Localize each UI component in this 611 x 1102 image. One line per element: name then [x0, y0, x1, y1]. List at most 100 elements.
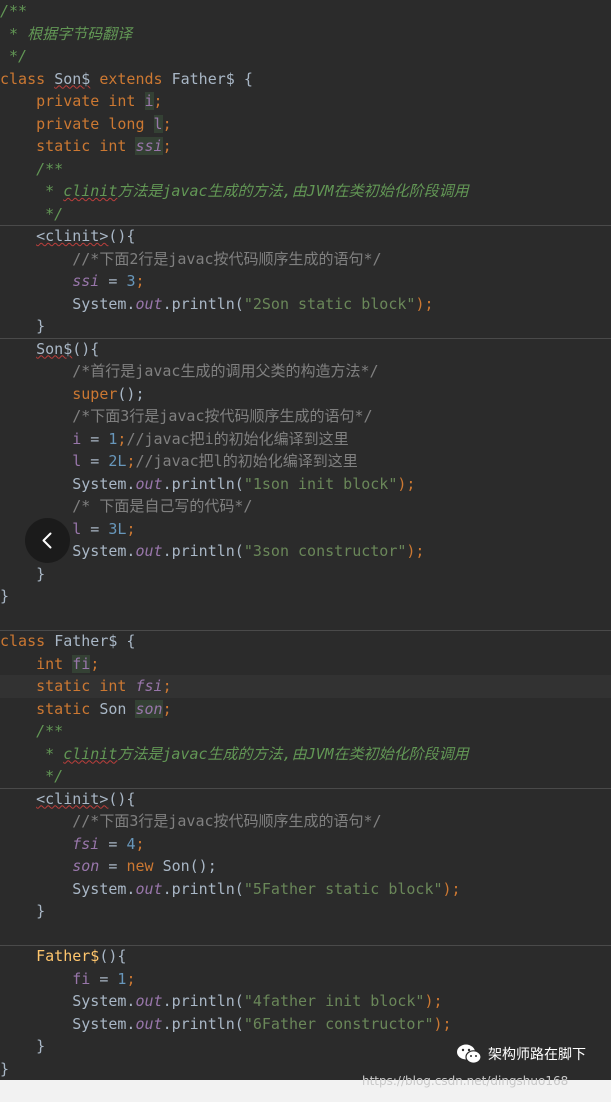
code-token: * — [0, 182, 64, 200]
code-token: static int — [0, 137, 136, 155]
code-line[interactable] — [0, 923, 611, 946]
code-line[interactable]: l = 3L; — [0, 518, 611, 541]
code-token: 2L — [108, 452, 127, 470]
method-separator — [0, 787, 611, 789]
code-line[interactable]: fsi = 4; — [0, 833, 611, 856]
code-token: .println( — [162, 474, 244, 493]
code-token: l — [72, 452, 82, 470]
code-token: class — [0, 69, 55, 88]
wechat-icon — [457, 1044, 482, 1064]
code-line[interactable]: System.out.println("2Son static block"); — [0, 293, 611, 316]
code-token: out — [135, 992, 163, 1010]
code-token: super — [0, 384, 118, 403]
code-line[interactable]: /** — [0, 0, 611, 23]
code-line[interactable]: } — [0, 563, 611, 586]
code-token: out — [135, 542, 163, 560]
code-line[interactable]: System.out.println("3son constructor"); — [0, 540, 611, 563]
code-line[interactable]: class Son$ extends Father$ { — [0, 68, 611, 91]
code-line[interactable]: static int ssi; — [0, 135, 611, 158]
code-token: out — [135, 294, 163, 313]
code-token: .println( — [162, 1014, 244, 1033]
code-token: "6Father constructor" — [243, 1014, 434, 1033]
code-line[interactable]: static int fsi; — [0, 675, 611, 698]
code-line[interactable]: son = new Son(); — [0, 855, 611, 878]
code-line[interactable]: System.out.println("1son init block"); — [0, 473, 611, 496]
code-token: ); — [433, 1014, 452, 1033]
method-separator — [0, 337, 611, 339]
code-line[interactable]: Father$(){ — [0, 945, 611, 968]
code-token: (){ — [72, 339, 100, 358]
code-line[interactable]: */ — [0, 203, 611, 226]
code-token: l — [72, 519, 82, 538]
code-token: 方法是javac生成的方法,由JVM在类初始化阶段调用 — [117, 182, 469, 200]
code-line[interactable]: */ — [0, 45, 611, 68]
code-line[interactable]: */ — [0, 765, 611, 788]
code-token: */ — [0, 767, 64, 785]
code-token: fsi — [135, 677, 163, 695]
code-token: l — [153, 114, 163, 133]
code-line[interactable]: class Father$ { — [0, 630, 611, 653]
code-token: System. — [0, 294, 136, 313]
code-token: ; — [162, 699, 172, 718]
code-line[interactable]: /* 下面是自己写的代码*/ — [0, 495, 611, 518]
code-line[interactable]: i = 1;//javac把i的初始化编译到这里 — [0, 428, 611, 451]
code-line[interactable]: /*首行是javac生成的调用父类的构造方法*/ — [0, 360, 611, 383]
code-line[interactable]: } — [0, 315, 611, 338]
code-line[interactable]: private int i; — [0, 90, 611, 113]
code-token: .println( — [162, 542, 244, 560]
code-token: ; — [153, 92, 163, 110]
code-token: /** — [0, 159, 64, 178]
back-button[interactable] — [25, 518, 70, 563]
code-token: } — [0, 1037, 46, 1055]
code-token: clinit — [63, 744, 118, 763]
code-line[interactable]: //*下面3行是javac按代码顺序生成的语句*/ — [0, 810, 611, 833]
code-line[interactable]: int fi; — [0, 653, 611, 676]
code-token: son — [72, 857, 100, 875]
code-token: */ — [0, 204, 64, 223]
code-line[interactable]: System.out.println("4father init block")… — [0, 990, 611, 1013]
code-token: fi — [72, 654, 91, 673]
code-line[interactable]: System.out.println("5Father static block… — [0, 878, 611, 901]
code-line[interactable]: /*下面3行是javac按代码顺序生成的语句*/ — [0, 405, 611, 428]
code-line[interactable]: } — [0, 900, 611, 923]
code-line[interactable]: /** — [0, 720, 611, 743]
code-token: out — [135, 1014, 163, 1033]
code-token: /* 下面是自己写的代码*/ — [0, 497, 253, 515]
code-token: System. — [0, 879, 136, 898]
code-line[interactable]: * 根据字节码翻译 — [0, 23, 611, 46]
code-line[interactable]: Son$(){ — [0, 338, 611, 361]
code-token: //*下面3行是javac按代码顺序生成的语句*/ — [0, 812, 382, 830]
code-line[interactable] — [0, 608, 611, 631]
code-line[interactable]: /** — [0, 158, 611, 181]
code-line[interactable]: l = 2L;//javac把l的初始化编译到这里 — [0, 450, 611, 473]
code-token: out — [135, 879, 163, 898]
code-token: //javac把i的初始化编译到这里 — [126, 429, 349, 448]
code-token: son — [135, 699, 163, 718]
code-token: fi — [72, 969, 91, 988]
code-line[interactable]: System.out.println("6Father constructor"… — [0, 1013, 611, 1036]
code-line[interactable]: * clinit方法是javac生成的方法,由JVM在类初始化阶段调用 — [0, 180, 611, 203]
code-editor[interactable]: /** * 根据字节码翻译 */ class Son$ extends Fathe… — [0, 0, 611, 1080]
code-token: ; — [135, 834, 145, 853]
code-token: private int — [0, 92, 145, 110]
code-line[interactable]: * clinit方法是javac生成的方法,由JVM在类初始化阶段调用 — [0, 743, 611, 766]
code-line[interactable]: <clinit>(){ — [0, 788, 611, 811]
code-token: 3L — [108, 519, 127, 538]
code-line[interactable]: //*下面2行是javac按代码顺序生成的语句*/ — [0, 248, 611, 271]
code-line[interactable]: ssi = 3; — [0, 270, 611, 293]
code-token: Father$ { — [54, 632, 136, 650]
code-line[interactable]: <clinit>(){ — [0, 225, 611, 248]
code-token: .println( — [162, 879, 244, 898]
code-line[interactable]: fi = 1; — [0, 968, 611, 991]
code-line[interactable]: private long l; — [0, 113, 611, 136]
code-token: /** — [0, 2, 28, 20]
code-line[interactable]: } — [0, 585, 611, 608]
code-line[interactable]: super(); — [0, 383, 611, 406]
code-token: //*下面2行是javac按代码顺序生成的语句*/ — [0, 249, 382, 268]
code-token: /** — [0, 722, 64, 740]
code-line[interactable]: static Son son; — [0, 698, 611, 721]
